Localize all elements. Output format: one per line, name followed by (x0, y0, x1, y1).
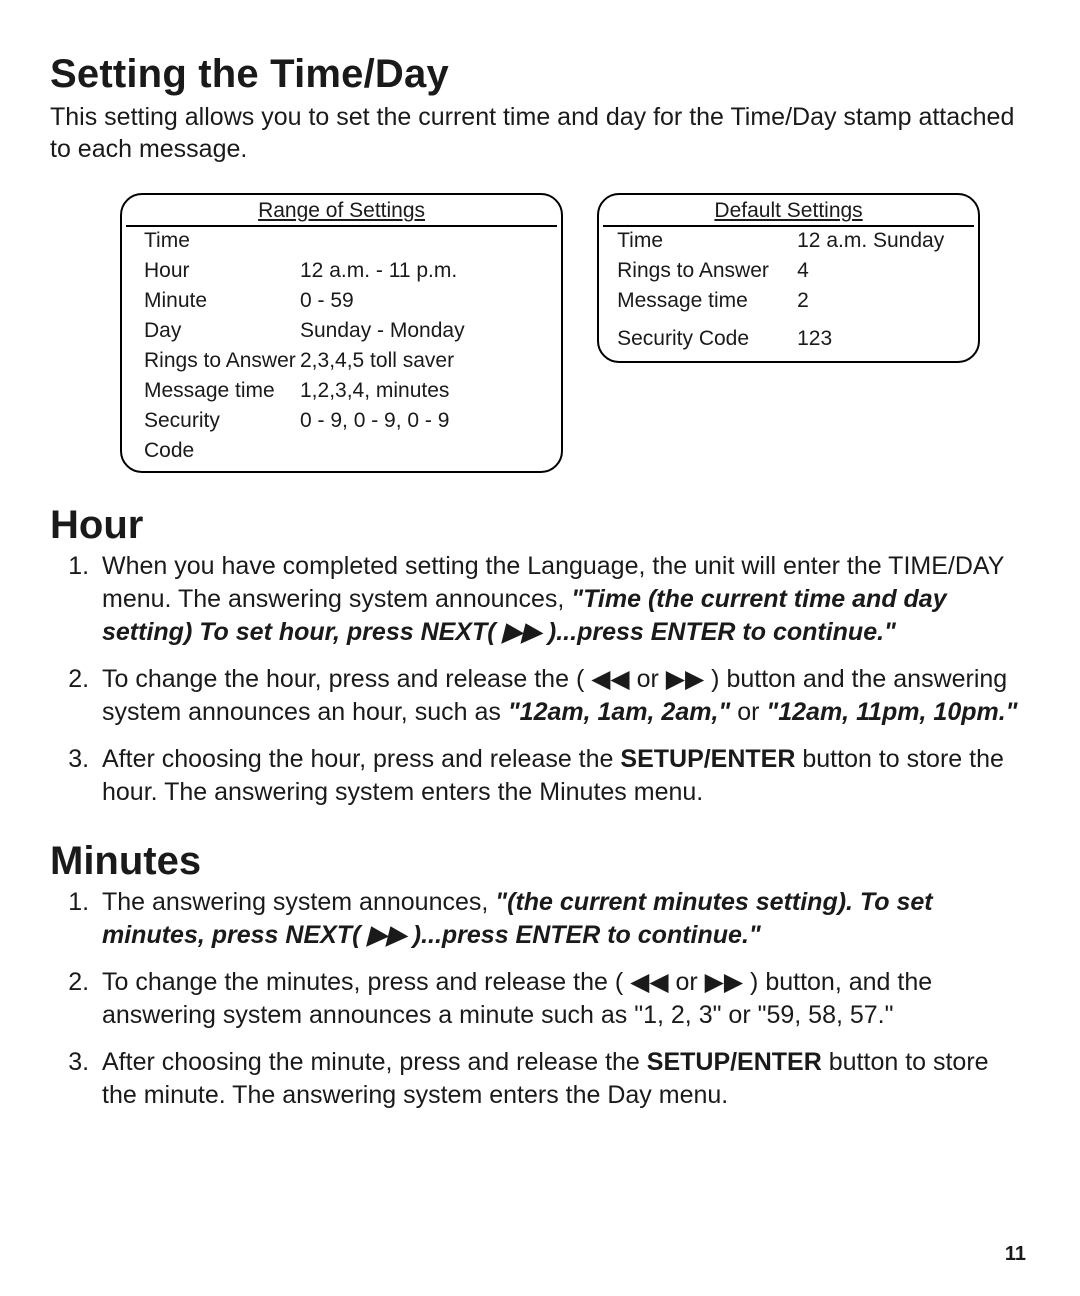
minutes-step-1-a: The answering system announces, (102, 888, 495, 916)
minutes-step-3-cmd: SETUP/ENTER (647, 1048, 822, 1076)
range-row-key: Minute (144, 289, 300, 313)
range-row-key: Day (144, 319, 300, 343)
default-row-key: Security Code (617, 327, 797, 351)
settings-tables-row: Range of Settings Time Hour 12 a.m. - 11… (120, 193, 980, 473)
default-row-key: Time (617, 229, 797, 253)
page-number: 11 (1005, 1243, 1026, 1266)
range-row-value: 0 - 59 (300, 289, 543, 313)
range-row-key: Hour (144, 259, 300, 283)
default-row-value: 2 (797, 289, 962, 313)
hour-step-2-quote2: "12am, 11pm, 10pm." (766, 698, 1017, 726)
range-row-value: 12 a.m. - 11 p.m. (300, 259, 543, 283)
hour-step-3-a: After choosing the hour, press and relea… (102, 745, 620, 773)
hour-step-3-cmd: SETUP/ENTER (620, 745, 795, 773)
intro-paragraph: This setting allows you to set the curre… (50, 101, 1030, 165)
hour-step-2-quote1: "12am, 1am, 2am," (508, 698, 730, 726)
minutes-step-3-a: After choosing the minute, press and rel… (102, 1048, 647, 1076)
range-row-value: 2,3,4,5 toll saver (300, 349, 543, 373)
default-header-rule (603, 225, 974, 227)
range-time-label: Time (144, 229, 300, 253)
page-title: Setting the Time/Day (50, 52, 1030, 97)
range-header-rule (126, 225, 556, 227)
default-row-value: 12 a.m. Sunday (797, 229, 962, 253)
range-row-key: Message time (144, 379, 300, 403)
range-row-key: Rings to Answer (144, 349, 300, 373)
hour-step-3: After choosing the hour, press and relea… (96, 743, 1030, 809)
range-row-value: 0 - 9, 0 - 9, 0 - 9 (300, 409, 543, 433)
hour-steps: When you have completed setting the Lang… (50, 550, 1030, 809)
default-row: Message time 2 (617, 289, 962, 313)
default-header: Default Settings (599, 195, 978, 225)
hour-step-2-or: or (730, 698, 766, 726)
range-of-settings-box: Range of Settings Time Hour 12 a.m. - 11… (120, 193, 563, 473)
minutes-step-2: To change the minutes, press and release… (96, 966, 1030, 1032)
range-row-key: Code (144, 439, 300, 463)
hour-step-2: To change the hour, press and release th… (96, 663, 1030, 729)
minutes-heading: Minutes (50, 839, 1030, 884)
hour-heading: Hour (50, 503, 1030, 548)
range-row: Security 0 - 9, 0 - 9, 0 - 9 (144, 409, 543, 433)
range-header-text: Range of Settings (258, 199, 425, 222)
range-row: Rings to Answer 2,3,4,5 toll saver (144, 349, 543, 373)
range-row: Code (144, 439, 543, 463)
hour-step-1: When you have completed setting the Lang… (96, 550, 1030, 649)
default-row-value: 123 (797, 327, 962, 351)
range-row-value: 1,2,3,4, minutes (300, 379, 543, 403)
manual-page: Setting the Time/Day This setting allows… (0, 0, 1080, 1296)
default-row-gap (617, 313, 962, 321)
range-time-label-row: Time (144, 229, 543, 253)
range-row-key: Security (144, 409, 300, 433)
default-row-key: Rings to Answer (617, 259, 797, 283)
default-row: Time 12 a.m. Sunday (617, 229, 962, 253)
default-row: Rings to Answer 4 (617, 259, 962, 283)
range-row: Hour 12 a.m. - 11 p.m. (144, 259, 543, 283)
range-row: Day Sunday - Monday (144, 319, 543, 343)
default-settings-box: Default Settings Time 12 a.m. Sunday Rin… (597, 193, 980, 363)
range-header: Range of Settings (122, 195, 561, 225)
range-row-value: Sunday - Monday (300, 319, 543, 343)
default-header-text: Default Settings (714, 199, 862, 222)
default-row-value: 4 (797, 259, 962, 283)
default-row: Security Code 123 (617, 327, 962, 351)
minutes-step-3: After choosing the minute, press and rel… (96, 1046, 1030, 1112)
default-row-key: Message time (617, 289, 797, 313)
range-row: Message time 1,2,3,4, minutes (144, 379, 543, 403)
minutes-step-1: The answering system announces, "(the cu… (96, 886, 1030, 952)
range-row: Minute 0 - 59 (144, 289, 543, 313)
minutes-steps: The answering system announces, "(the cu… (50, 886, 1030, 1112)
